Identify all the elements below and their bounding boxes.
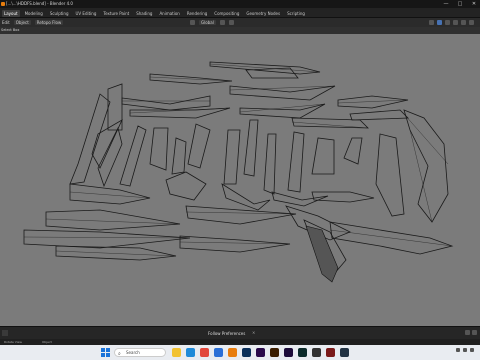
wireframe-scene xyxy=(23,61,454,283)
knife-mesh xyxy=(337,95,409,109)
workspace-tab-rendering[interactable]: Rendering xyxy=(185,10,209,17)
aftereffects-icon[interactable] xyxy=(284,348,293,357)
timeline-filter-icon[interactable] xyxy=(472,330,477,335)
windows-taskbar: ⌕ Search xyxy=(0,345,480,360)
workspace-tab-layout[interactable]: Layout xyxy=(2,10,20,17)
knife-mesh xyxy=(185,205,297,225)
status-left: Rotate View xyxy=(4,340,22,344)
battery-icon[interactable] xyxy=(470,348,474,352)
knife-mesh xyxy=(187,123,211,169)
close-button[interactable]: ✕ xyxy=(470,0,478,8)
knife-mesh xyxy=(403,109,449,223)
workspace-tabs: Layout Modeling Sculpting UV Editing Texture… xyxy=(2,10,307,17)
zbrush-icon[interactable] xyxy=(312,348,321,357)
knife-mesh xyxy=(239,103,326,119)
taskbar-search-box[interactable]: ⌕ Search xyxy=(114,348,166,357)
knife-mesh xyxy=(97,126,123,188)
illustrator-icon[interactable] xyxy=(270,348,279,357)
knife-mesh xyxy=(287,131,305,193)
knife-mesh xyxy=(375,133,405,217)
knife-mesh xyxy=(171,137,187,175)
shading-solid-icon[interactable] xyxy=(453,20,458,25)
overlay-icon[interactable] xyxy=(429,20,434,25)
workspace-tabs-bar: Layout Modeling Sculpting UV Editing Texture… xyxy=(0,8,480,24)
xray-icon[interactable] xyxy=(437,20,442,25)
workspace-tab-scripting[interactable]: Scripting xyxy=(285,10,307,17)
store-icon[interactable] xyxy=(214,348,223,357)
knife-meshes xyxy=(23,61,454,275)
transform-orientation-icon[interactable] xyxy=(190,20,195,25)
volume-icon[interactable] xyxy=(462,348,467,352)
window-controls: — □ ✕ xyxy=(442,0,478,8)
search-icon: ⌕ xyxy=(118,351,121,357)
folder-icon[interactable] xyxy=(172,348,181,357)
blender-icon[interactable] xyxy=(228,348,237,357)
viewport-header: Edit Object Retopo Flow Global xyxy=(0,18,480,27)
knife-mesh xyxy=(149,127,169,171)
workspace-tab-animation[interactable]: Animation xyxy=(157,10,181,17)
workspace-tab-sculpting[interactable]: Sculpting xyxy=(48,10,71,17)
workspace-tab-geometry-nodes[interactable]: Geometry Nodes xyxy=(244,10,282,17)
workspace-tab-uv-editing[interactable]: UV Editing xyxy=(74,10,99,17)
knife-mesh xyxy=(221,183,271,211)
shading-wireframe-icon[interactable] xyxy=(445,20,450,25)
search-placeholder: Search xyxy=(126,350,140,355)
knife-mesh xyxy=(349,109,409,121)
knife-mesh xyxy=(311,137,335,175)
premiere-icon[interactable] xyxy=(256,348,265,357)
retopoflow-menu[interactable]: Retopo Flow xyxy=(34,20,64,25)
workspace-tab-shading[interactable]: Shading xyxy=(134,10,154,17)
proportional-edit-icon[interactable] xyxy=(228,20,234,25)
minimize-button[interactable]: — xyxy=(442,0,450,8)
knife-mesh xyxy=(121,95,211,111)
knife-mesh xyxy=(223,129,241,185)
knife-mesh xyxy=(271,191,329,207)
status-middle: Object xyxy=(42,340,52,344)
knife-mesh xyxy=(23,229,191,249)
knife-mesh xyxy=(263,133,277,195)
tool-settings-bar: Select Box xyxy=(0,27,480,34)
transform-orientation-dropdown[interactable]: Global xyxy=(199,20,216,25)
maximize-button[interactable]: □ xyxy=(456,0,464,8)
knife-mesh xyxy=(165,171,207,201)
system-tray[interactable] xyxy=(455,348,476,353)
timeline-settings-icon[interactable] xyxy=(465,330,470,335)
chrome-icon[interactable] xyxy=(200,348,209,357)
knife-mesh xyxy=(55,245,177,261)
knife-mesh xyxy=(179,235,291,253)
windows-start-icon[interactable] xyxy=(101,348,110,357)
shading-rendered-icon[interactable] xyxy=(469,20,474,25)
wifi-icon[interactable] xyxy=(455,348,460,352)
3d-viewport[interactable] xyxy=(0,34,480,326)
knife-mesh xyxy=(69,183,151,205)
knife-mesh xyxy=(119,125,147,187)
mode-menu[interactable]: Edit xyxy=(2,20,10,25)
knife-mesh xyxy=(243,119,259,177)
select-box-tool[interactable]: Select Box xyxy=(1,28,19,32)
workspace-tab-compositing[interactable]: Compositing xyxy=(212,10,241,17)
photoshop-icon[interactable] xyxy=(242,348,251,357)
knife-mesh xyxy=(129,107,231,119)
knife-mesh xyxy=(343,137,363,165)
rizom-icon[interactable] xyxy=(340,348,349,357)
timeline-close-icon[interactable]: × xyxy=(252,330,255,335)
window-title: [...\...\HDDFS.blend] - Blender 4.0 xyxy=(6,1,73,6)
editor-type-icon[interactable] xyxy=(2,330,8,336)
knife-mesh xyxy=(69,93,111,185)
object-menu[interactable]: Object xyxy=(13,20,31,25)
timeline-label: Follow Preferences xyxy=(208,331,246,336)
shading-material-icon[interactable] xyxy=(461,20,466,25)
edge-icon[interactable] xyxy=(186,348,195,357)
marmoset-icon[interactable] xyxy=(326,348,335,357)
knife-mesh xyxy=(45,209,181,231)
workspace-tab-modeling[interactable]: Modeling xyxy=(23,10,45,17)
snap-icon[interactable] xyxy=(219,20,225,25)
workspace-tab-texture-paint[interactable]: Texture Paint xyxy=(101,10,131,17)
title-bar: [...\...\HDDFS.blend] - Blender 4.0 — □ … xyxy=(0,0,480,8)
substance-icon[interactable] xyxy=(298,348,307,357)
selected-handle-mesh xyxy=(305,225,339,283)
blender-logo-icon xyxy=(1,2,5,6)
timeline-area: Follow Preferences × xyxy=(0,326,480,339)
knife-mesh xyxy=(107,83,123,131)
